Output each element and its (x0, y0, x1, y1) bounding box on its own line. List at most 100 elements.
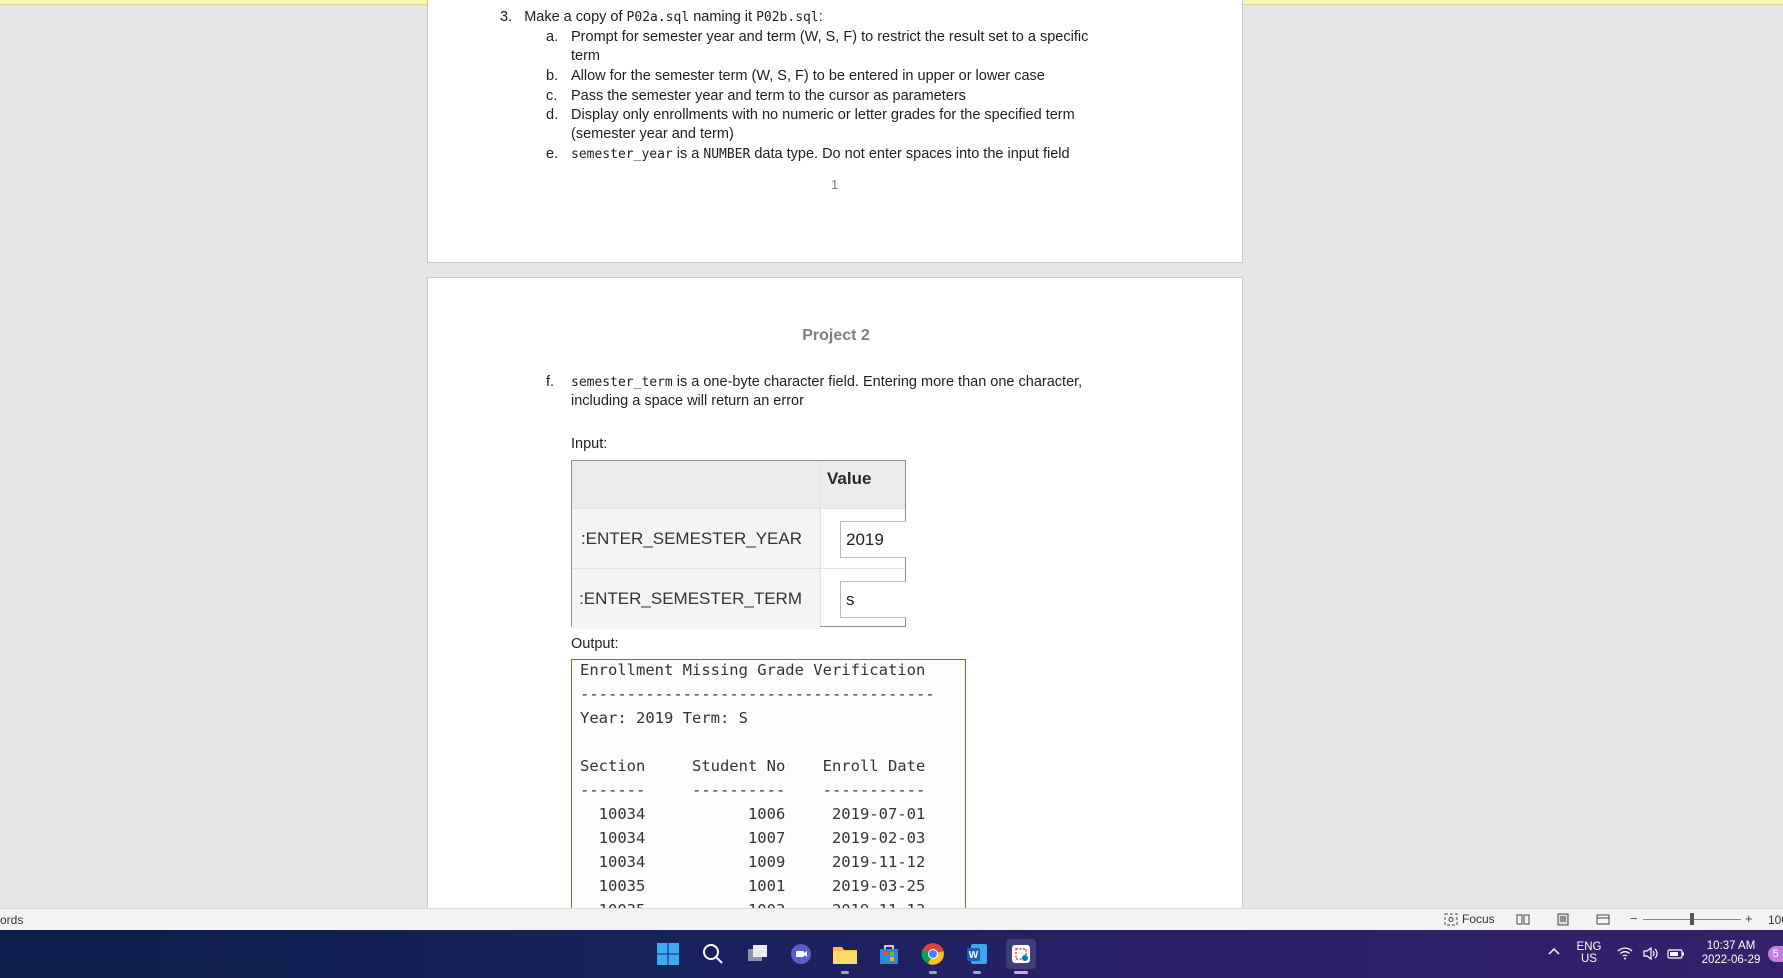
subitem-text: including a space will return an error (571, 393, 804, 409)
table-row: :ENTER_SEMESTER_YEAR 2019 (572, 508, 906, 569)
language-code: ENG (1576, 941, 1602, 953)
volume-icon (1643, 947, 1658, 960)
page-number: 1 (831, 177, 839, 192)
read-mode-icon[interactable] (1516, 913, 1530, 926)
subitem-e: semester_year is a NUMBER data type. Do … (571, 146, 1070, 162)
system-tray-icons[interactable] (1617, 947, 1685, 960)
store-icon (880, 945, 898, 964)
search-button[interactable] (698, 939, 728, 969)
language-indicator[interactable]: ENG US (1574, 941, 1604, 965)
semester-term-field[interactable]: s (840, 581, 906, 618)
wifi-icon (1617, 947, 1633, 960)
subitem-letter: d. (546, 107, 559, 123)
microsoft-store-button[interactable] (874, 939, 904, 969)
teams-chat-button[interactable] (786, 939, 816, 969)
input-parameters-table: Value :ENTER_SEMESTER_YEAR 2019 :ENTER_S… (571, 460, 906, 629)
subitem-text: (semester year and term) (571, 126, 734, 142)
document-page-2: Project 2 f. semester_term is a one-byte… (427, 277, 1243, 918)
clock-time: 10:37 AM (1706, 940, 1756, 952)
page-header-title: Project 2 (802, 327, 870, 344)
zoom-level[interactable]: 100 (1768, 913, 1783, 927)
focus-label: Focus (1462, 912, 1495, 926)
word-status-bar: ords Focus − + 100 (0, 908, 1783, 930)
snipping-tool-icon (1012, 945, 1030, 963)
param-label: :ENTER_SEMESTER_YEAR (572, 509, 820, 569)
task-view-button[interactable] (742, 939, 772, 969)
output-line: 10034 1006 2019-07-01 (580, 805, 926, 823)
running-indicator (929, 971, 937, 974)
column-divider (820, 461, 821, 626)
word-icon: W (967, 944, 987, 964)
chat-icon (791, 944, 811, 964)
code-file-b: P02b.sql (756, 10, 819, 25)
table-header: Value (572, 461, 905, 508)
subitem-text: Allow for the semester term (W, S, F) to… (571, 68, 1045, 84)
focus-mode-button[interactable]: Focus (1444, 912, 1495, 926)
output-line: ------- ---------- ----------- (580, 781, 926, 799)
item-text: is a (672, 146, 704, 162)
zoom-out-button[interactable]: − (1630, 911, 1638, 926)
output-line: 10035 1001 2019-03-25 (580, 877, 926, 895)
subitem-f: semester_term is a one-byte character fi… (571, 374, 1082, 390)
value-column-header: Value (827, 469, 872, 488)
search-icon (703, 944, 723, 964)
svg-text:W: W (969, 950, 979, 961)
subitem-text: Display only enrollments with no numeric… (571, 107, 1075, 123)
notification-badge[interactable]: 5 (1768, 946, 1783, 962)
item-text: Make a copy of (524, 9, 627, 25)
running-indicator (973, 971, 981, 974)
battery-icon (1667, 949, 1684, 959)
subitem-text: Prompt for semester year and term (W, S,… (571, 29, 1089, 45)
code-semester-term: semester_term (571, 375, 673, 390)
output-line: Enrollment Missing Grade Verification (580, 661, 926, 679)
clock[interactable]: 10:37 AM 2022-06-29 (1696, 940, 1766, 966)
chrome-button[interactable] (918, 939, 948, 974)
output-line: 10034 1009 2019-11-12 (580, 853, 926, 871)
table-row: :ENTER_SEMESTER_TERM s (572, 568, 906, 629)
word-button[interactable]: W (962, 939, 992, 974)
output-line: Year: 2019 Term: S (580, 709, 748, 727)
start-button[interactable] (653, 939, 683, 969)
semester-year-field[interactable]: 2019 (840, 521, 906, 558)
item-text: : (818, 9, 823, 25)
folder-icon (833, 947, 857, 964)
show-hidden-icons-button[interactable] (1547, 946, 1561, 959)
item-text: data type. Do not enter spaces into the … (750, 146, 1070, 162)
task-view-icon (748, 945, 767, 961)
print-layout-icon[interactable] (1556, 913, 1570, 926)
file-explorer-button[interactable] (830, 939, 860, 974)
active-indicator (1014, 971, 1028, 974)
output-line: -------------------------------------- (580, 685, 935, 703)
subitem-text: Pass the semester year and term to the c… (571, 88, 966, 104)
output-line: Section Student No Enroll Date (580, 757, 926, 775)
zoom-slider-thumb[interactable] (1690, 913, 1694, 925)
input-label: Input: (571, 436, 608, 452)
list-number: 3. (500, 9, 513, 25)
output-console: Enrollment Missing Grade Verification --… (571, 659, 966, 918)
focus-icon (1444, 913, 1458, 925)
word-count[interactable]: ords (0, 913, 23, 927)
list-item-3: 3. Make a copy of P02a.sql naming it P02… (500, 9, 823, 25)
windows-logo-icon (657, 943, 679, 965)
snipping-tool-button[interactable] (1006, 939, 1036, 974)
param-label: :ENTER_SEMESTER_TERM (572, 569, 820, 629)
subitem-letter: e. (546, 146, 559, 162)
item-text: is a one-byte character field. Entering … (672, 374, 1083, 390)
subitem-letter: f. (546, 374, 555, 390)
chrome-icon (921, 943, 944, 965)
code-file-a: P02a.sql (626, 10, 690, 25)
chevron-up-icon (1548, 947, 1560, 955)
clock-date: 2022-06-29 (1701, 954, 1761, 966)
output-line: 10034 1007 2019-02-03 (580, 829, 926, 847)
subitem-letter: a. (546, 29, 559, 45)
code-number-type: NUMBER (703, 147, 751, 162)
web-layout-icon[interactable] (1596, 913, 1610, 926)
code-semester-year: semester_year (571, 147, 673, 162)
running-indicator (841, 971, 849, 974)
subitem-text: term (571, 48, 600, 64)
region-code: US (1581, 953, 1597, 965)
document-page-1: 3. Make a copy of P02a.sql naming it P02… (427, 0, 1243, 263)
zoom-in-button[interactable]: + (1745, 911, 1753, 926)
windows-taskbar: W ENG US 10:37 AM 2022-06-29 5 (0, 930, 1783, 978)
item-text: naming it (689, 9, 757, 25)
